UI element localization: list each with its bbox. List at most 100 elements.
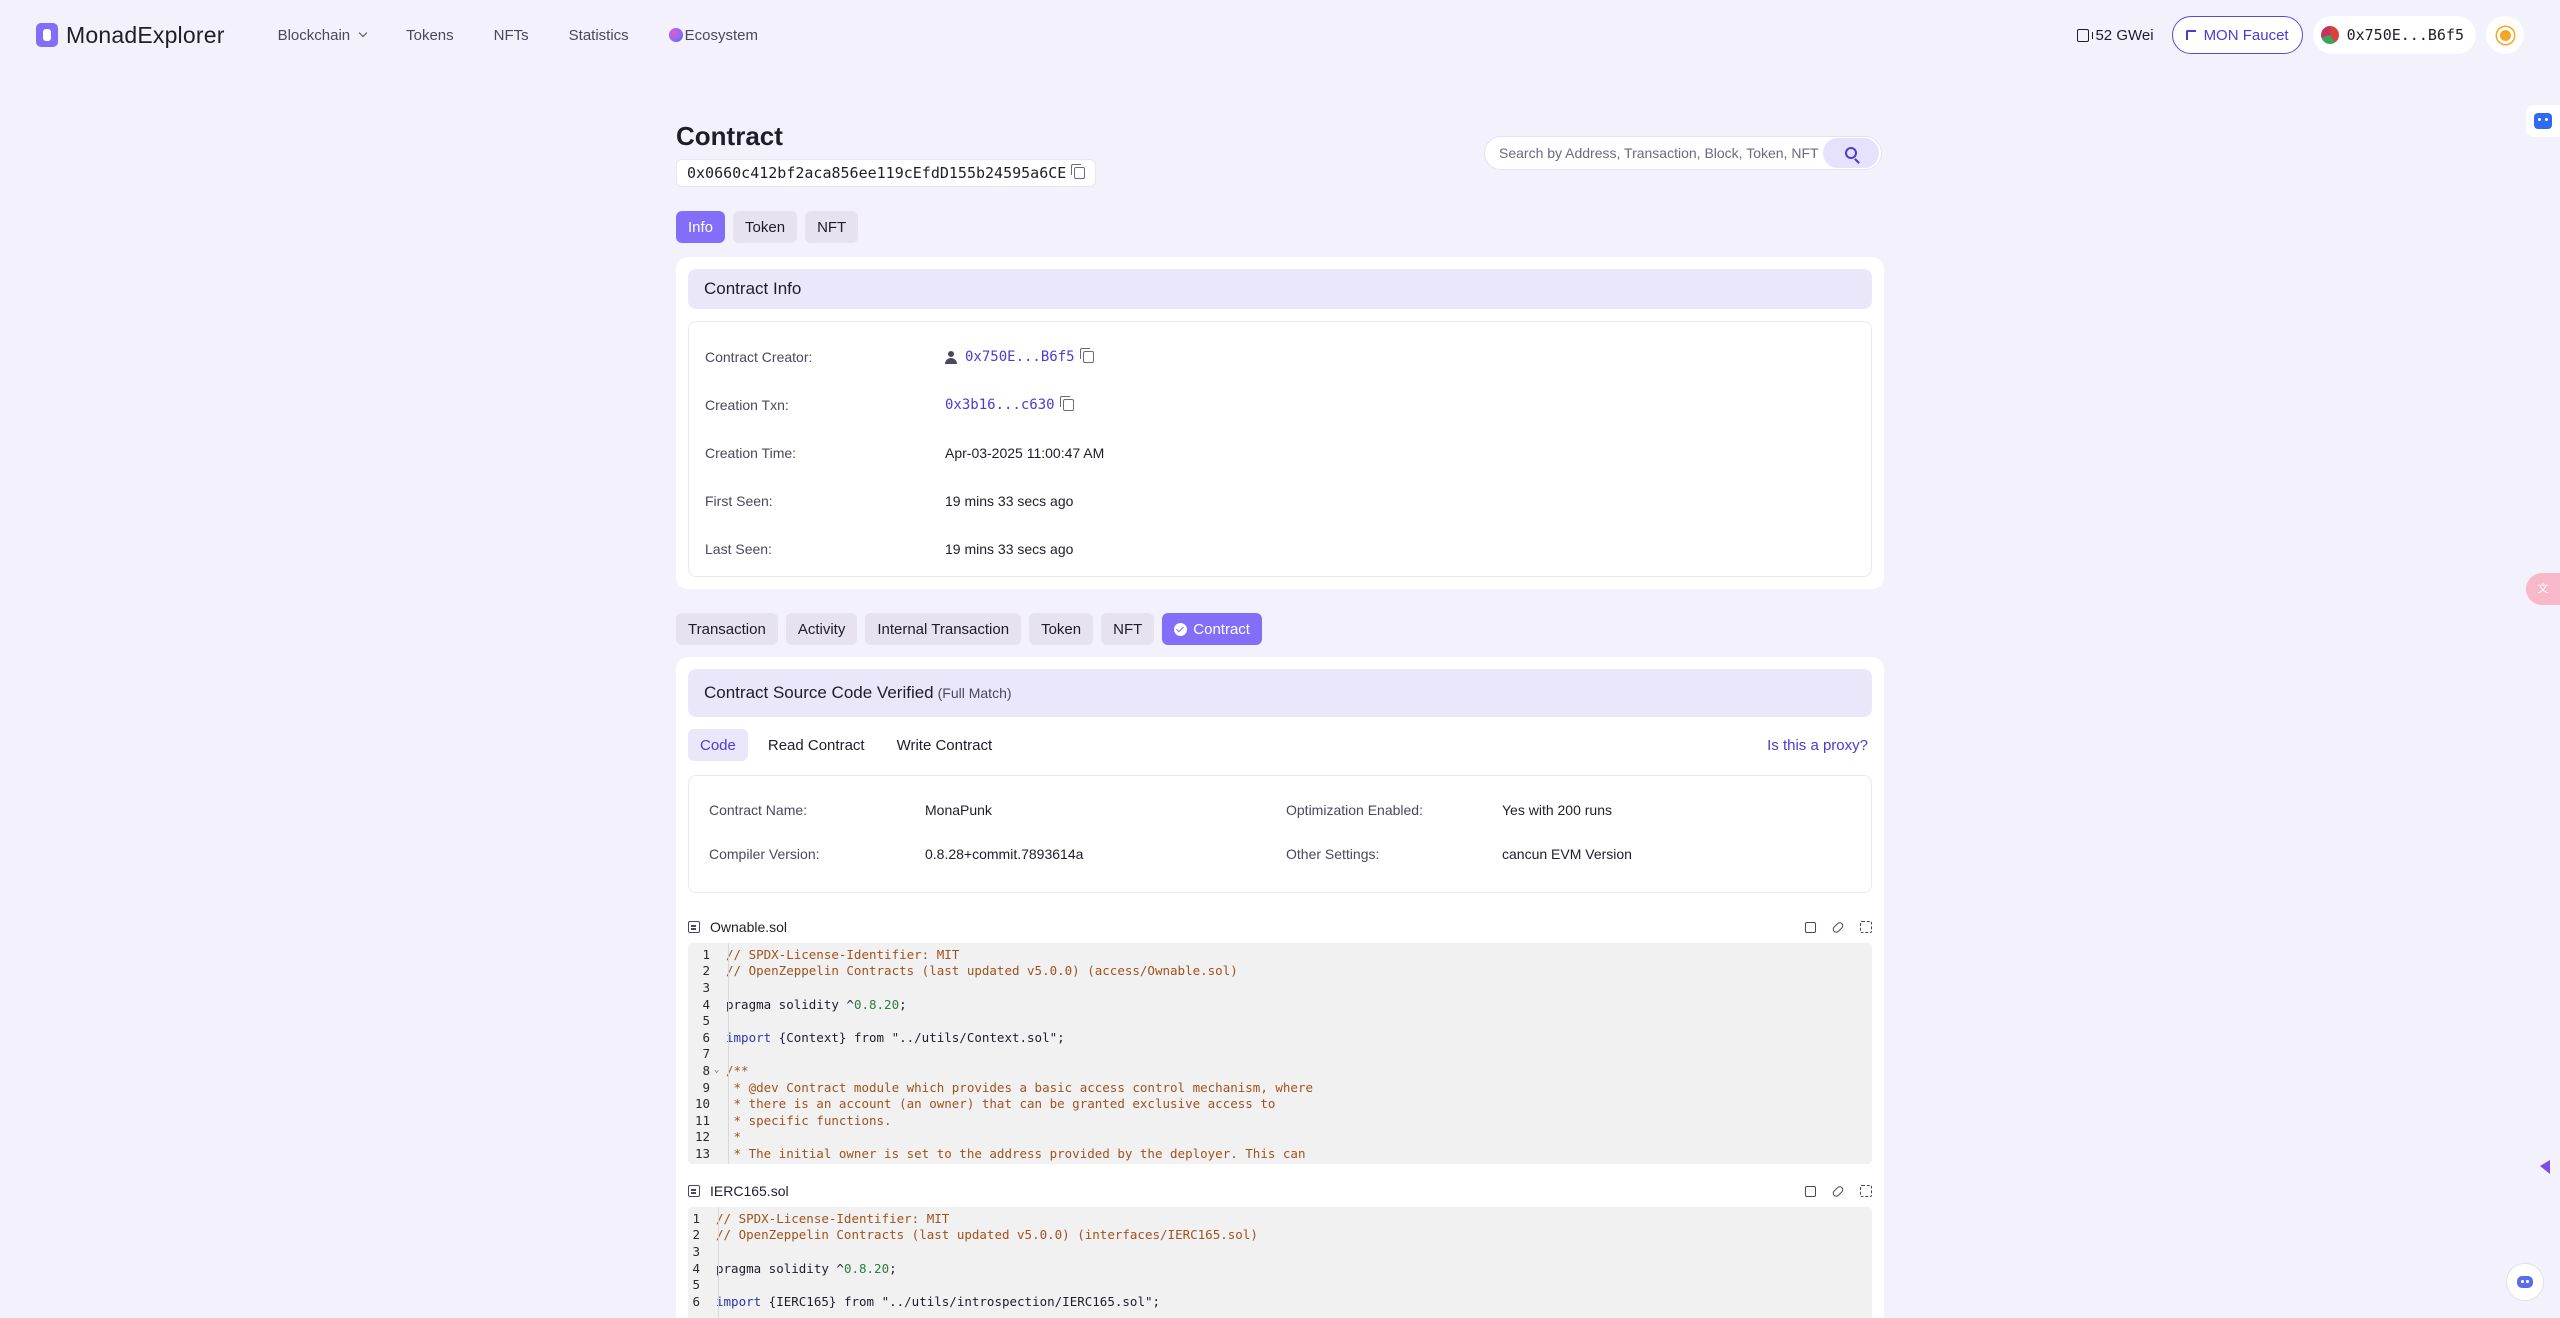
search-input[interactable] xyxy=(1499,145,1823,161)
nav-link-statistics[interactable]: Statistics xyxy=(569,27,629,44)
code-line: 4 pragma solidity ^0.8.20; xyxy=(688,996,1872,1013)
link-icon[interactable] xyxy=(1831,1184,1845,1198)
assistant-widget[interactable] xyxy=(2526,105,2560,137)
code-token: ; xyxy=(889,1260,897,1276)
info-row-creator: Contract Creator: 0x750E...B6f5 xyxy=(705,345,1855,369)
fold-chevron-icon[interactable]: ⌄ xyxy=(714,1065,724,1075)
code-text: import {IERC165} from "../utils/introspe… xyxy=(714,1294,1160,1309)
meta-label: Contract Name: xyxy=(709,802,808,818)
line-number: 2 xyxy=(702,963,710,979)
code-text: pragma solidity ^0.8.20; xyxy=(724,997,907,1012)
discord-button[interactable] xyxy=(2506,1263,2544,1301)
gutter-separator xyxy=(728,943,729,1164)
code-line: 3 xyxy=(688,1243,1872,1260)
nav-link-label: Statistics xyxy=(568,26,629,44)
creator-address-link[interactable]: 0x750E...B6f5 xyxy=(965,349,1075,365)
section-tabs: Transaction Activity Internal Transactio… xyxy=(676,613,1262,645)
code-text: // SPDX-License-Identifier: MIT xyxy=(714,1211,949,1226)
source-header: Contract Source Code Verified (Full Matc… xyxy=(688,669,1872,717)
line-number: 4 xyxy=(692,1260,700,1276)
wallet-address: 0x750E...B6f5 xyxy=(2346,26,2464,44)
subtab-write-contract[interactable]: Write Contract xyxy=(885,729,1005,761)
code-line: 13 * The initial owner is set to the add… xyxy=(688,1145,1872,1162)
meta-label: Optimization Enabled: xyxy=(1286,802,1423,818)
code-line: 3 xyxy=(688,979,1872,996)
line-number: 5 xyxy=(702,1013,710,1029)
info-value: 19 mins 33 secs ago xyxy=(945,493,1074,509)
user-icon xyxy=(945,350,957,364)
contract-address: 0x0660c412bf2aca856ee119cEfdD155b24595a6… xyxy=(676,159,1097,187)
meta-value: 0.8.28+commit.7893614a xyxy=(925,846,1084,862)
expand-icon[interactable] xyxy=(1860,921,1872,933)
tab-info[interactable]: Info xyxy=(676,211,726,243)
copy-code-icon[interactable] xyxy=(1805,921,1816,933)
robot-icon xyxy=(2534,113,2552,129)
top-tabs: Info Token NFT xyxy=(676,211,859,243)
link-icon[interactable] xyxy=(1831,920,1845,934)
proxy-check-link[interactable]: Is this a proxy? xyxy=(1767,737,1868,754)
copy-icon[interactable] xyxy=(1059,396,1074,411)
tab-internal-transaction[interactable]: Internal Transaction xyxy=(865,613,1022,645)
line-number: 8 xyxy=(702,1062,710,1078)
faucet-button[interactable]: MON Faucet xyxy=(2171,16,2303,54)
code-viewer-ierc165[interactable]: 1 // SPDX-License-Identifier: MIT 2 // Open… xyxy=(688,1207,1872,1318)
code-token: // OpenZeppelin Contracts (last updated … xyxy=(716,1227,1258,1243)
theme-toggle-button[interactable] xyxy=(2486,16,2524,54)
copy-icon[interactable] xyxy=(1079,348,1094,363)
source-title: Contract Source Code Verified xyxy=(704,683,934,702)
code-token: {IERC165} from "../utils/introspection/I… xyxy=(761,1293,1161,1309)
contract-info-title: Contract Info xyxy=(704,279,802,298)
code-line: 2 // OpenZeppelin Contracts (last updated… xyxy=(688,963,1872,980)
file-actions xyxy=(1805,920,1872,934)
tab-contract[interactable]: Contract xyxy=(1162,613,1262,645)
code-token: // SPDX-License-Identifier: MIT xyxy=(716,1210,950,1226)
line-number: 3 xyxy=(692,1243,700,1259)
code-viewer-ownable[interactable]: 1 // SPDX-License-Identifier: MIT 2 // Open… xyxy=(688,943,1872,1164)
search-button[interactable] xyxy=(1823,138,1879,168)
code-token: ; xyxy=(899,996,907,1012)
code-line: 2 // OpenZeppelin Contracts (last updated… xyxy=(688,1227,1872,1244)
gas-price[interactable]: 52 GWei xyxy=(2077,27,2154,44)
code-token: import xyxy=(716,1293,762,1309)
search-icon xyxy=(1845,147,1857,159)
code-text: // OpenZeppelin Contracts (last updated … xyxy=(714,1227,1258,1242)
tab-activity[interactable]: Activity xyxy=(785,613,858,645)
line-number: 6 xyxy=(692,1293,700,1309)
file-actions xyxy=(1805,1184,1872,1198)
monad-logo-icon xyxy=(36,23,58,47)
translate-widget[interactable]: 文 xyxy=(2526,573,2560,605)
faucet-icon xyxy=(2185,30,2196,40)
expand-icon[interactable] xyxy=(1860,1185,1872,1197)
tab-token[interactable]: Token xyxy=(1029,613,1094,645)
brand[interactable]: MonadExplorer xyxy=(36,22,225,49)
code-line: 1 // SPDX-License-Identifier: MIT xyxy=(688,1210,1872,1227)
line-number: 6 xyxy=(702,1029,710,1045)
tab-label: Contract xyxy=(1193,620,1250,638)
tab-nft[interactable]: NFT xyxy=(805,211,859,243)
wallet-button[interactable]: 0x750E...B6f5 xyxy=(2312,16,2476,54)
tab-token[interactable]: Token xyxy=(733,211,798,243)
bird-widget[interactable] xyxy=(2528,1160,2552,1180)
nav-link-blockchain[interactable]: Blockchain xyxy=(278,27,368,44)
brand-name: MonadExplorer xyxy=(66,21,225,48)
tab-nft[interactable]: NFT xyxy=(1101,613,1155,645)
subtab-code[interactable]: Code xyxy=(688,729,748,761)
meta-value: MonaPunk xyxy=(925,802,992,818)
creation-txn-link[interactable]: 0x3b16...c630 xyxy=(945,397,1055,413)
nav-link-nfts[interactable]: NFTs xyxy=(494,27,529,44)
code-token: // SPDX-License-Identifier: MIT xyxy=(726,946,960,962)
tab-transaction[interactable]: Transaction xyxy=(676,613,778,645)
contract-info-body: Contract Creator: 0x750E...B6f5 Creation… xyxy=(688,321,1872,577)
code-token: * @dev Contract module which provides a … xyxy=(726,1079,1313,1095)
copy-icon[interactable] xyxy=(1071,164,1086,179)
chevron-down-icon xyxy=(358,28,368,38)
line-number: 10 xyxy=(694,1096,710,1112)
nav-links: Blockchain Tokens NFTs Statistics Ecosys… xyxy=(278,27,758,44)
code-token: * The initial owner is set to the addres… xyxy=(726,1145,1306,1161)
subtab-read-contract[interactable]: Read Contract xyxy=(756,729,877,761)
copy-code-icon[interactable] xyxy=(1805,1185,1816,1197)
nav-link-tokens[interactable]: Tokens xyxy=(406,27,454,44)
code-token: pragma solidity ^ xyxy=(716,1260,844,1276)
info-label: Last Seen: xyxy=(705,541,772,557)
nav-link-ecosystem[interactable]: Ecosystem xyxy=(668,27,758,44)
